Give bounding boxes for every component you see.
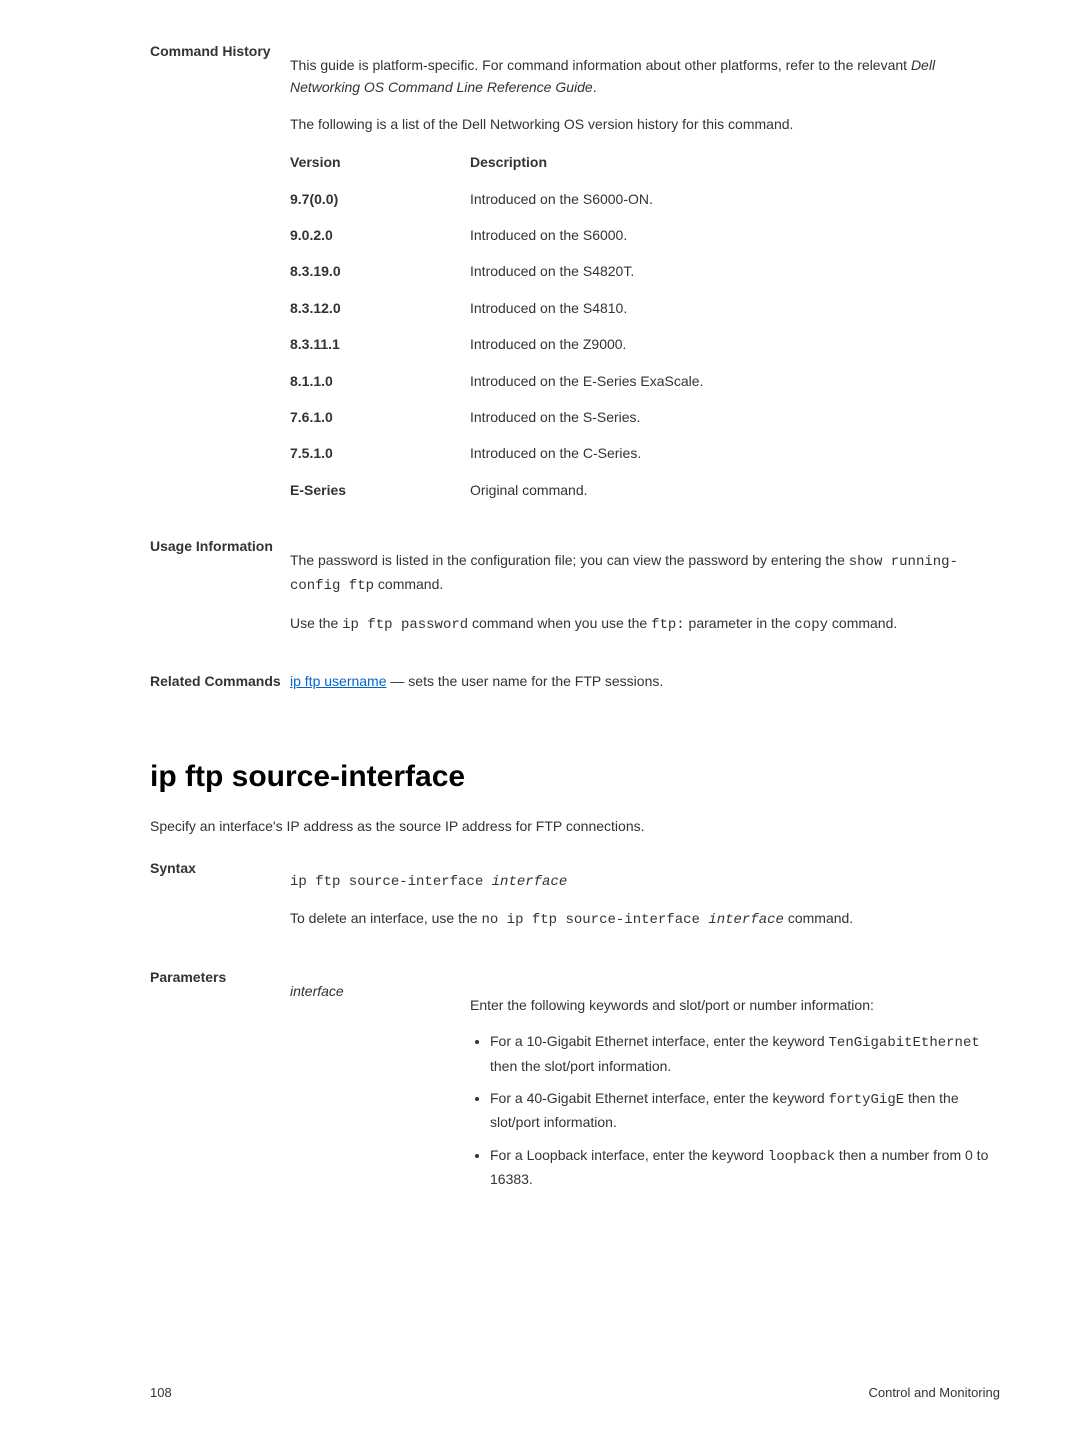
version-cell: 8.3.19.0 [290,260,470,282]
command-history-section: Command History This guide is platform-s… [150,40,1000,515]
syntax-section: Syntax ip ftp source-interface interface… [150,857,1000,946]
param-bullets: For a 10-Gigabit Ethernet interface, ent… [470,1030,1000,1190]
syntax-code1-a: ip ftp source-interface [290,874,492,890]
table-row: 8.1.1.0 Introduced on the E-Series ExaSc… [290,370,1000,392]
footer-title: Control and Monitoring [868,1383,1000,1404]
desc-cell: Introduced on the S-Series. [470,406,1000,428]
syntax-p2-code: no ip ftp source-interface [481,912,708,928]
desc-cell: Introduced on the Z9000. [470,333,1000,355]
syntax-p2-b: command. [784,910,853,926]
related-content: ip ftp username — sets the user name for… [290,670,1000,692]
syntax-p2-a: To delete an interface, use the [290,910,481,926]
related-tail: — sets the user name for the FTP session… [387,673,664,689]
param-row: interface Enter the following keywords a… [290,980,1000,1201]
desc-cell: Original command. [470,479,1000,501]
usage-p1-a: The password is listed in the configurat… [290,552,849,568]
usage-p2: Use the ip ftp password command when you… [290,612,1000,636]
syntax-p2-param: interface [708,912,784,928]
usage-p2-code2: ftp: [651,617,685,633]
syntax-p2: To delete an interface, use the no ip ft… [290,907,1000,931]
bullet-code: fortyGigE [829,1092,905,1108]
command-history-intro1: This guide is platform-specific. For com… [290,54,1000,99]
version-cell: 9.7(0.0) [290,188,470,210]
usage-p2-c: parameter in the [685,615,795,631]
param-desc: Enter the following keywords and slot/po… [470,980,1000,1201]
related-commands-section: Related Commands ip ftp username — sets … [150,670,1000,692]
section-title: ip ftp source-interface [150,753,1000,801]
usage-p1-b: command. [374,576,443,592]
list-item: For a 40-Gigabit Ethernet interface, ent… [490,1087,1000,1134]
version-cell: 7.5.1.0 [290,442,470,464]
related-label: Related Commands [150,670,290,692]
version-cell: 8.1.1.0 [290,370,470,392]
parameters-label: Parameters [150,966,290,1201]
usage-p2-code3: copy [794,617,828,633]
desc-cell: Introduced on the S6000-ON. [470,188,1000,210]
syntax-code1: ip ftp source-interface interface [290,871,1000,893]
parameters-content: interface Enter the following keywords a… [290,966,1000,1201]
table-row: 7.6.1.0 Introduced on the S-Series. [290,406,1000,428]
desc-cell: Introduced on the S4810. [470,297,1000,319]
command-history-intro2: The following is a list of the Dell Netw… [290,113,1000,135]
version-table: Version Description 9.7(0.0) Introduced … [290,151,1000,501]
page-footer: 108 Control and Monitoring [150,1383,1000,1404]
version-cell: 8.3.11.1 [290,333,470,355]
section-subtitle: Specify an interface's IP address as the… [150,815,1000,837]
version-header: Version [290,151,470,173]
desc-cell: Introduced on the S4820T. [470,260,1000,282]
param-intro: Enter the following keywords and slot/po… [470,994,1000,1016]
usage-info-content: The password is listed in the configurat… [290,535,1000,650]
table-row: 8.3.12.0 Introduced on the S4810. [290,297,1000,319]
desc-cell: Introduced on the E-Series ExaScale. [470,370,1000,392]
syntax-code1-param: interface [492,874,568,890]
version-cell: E-Series [290,479,470,501]
table-row: 9.0.2.0 Introduced on the S6000. [290,224,1000,246]
usage-info-section: Usage Information The password is listed… [150,535,1000,650]
table-row: E-Series Original command. [290,479,1000,501]
usage-p2-code1: ip ftp password [342,617,468,633]
usage-p1: The password is listed in the configurat… [290,549,1000,598]
version-cell: 8.3.12.0 [290,297,470,319]
desc-cell: Introduced on the C-Series. [470,442,1000,464]
related-link[interactable]: ip ftp username [290,673,387,689]
syntax-content: ip ftp source-interface interface To del… [290,857,1000,946]
intro1-text: This guide is platform-specific. For com… [290,57,911,73]
parameters-section: Parameters interface Enter the following… [150,966,1000,1201]
bullet-code: loopback [768,1149,835,1165]
page-number: 108 [150,1383,172,1404]
version-cell: 7.6.1.0 [290,406,470,428]
version-table-header: Version Description [290,151,1000,173]
bullet-pre: For a Loopback interface, enter the keyw… [490,1147,768,1163]
usage-p2-b: command when you use the [468,615,651,631]
bullet-post: then the slot/port information. [490,1058,671,1074]
bullet-pre: For a 10-Gigabit Ethernet interface, ent… [490,1033,829,1049]
intro1-end: . [593,79,597,95]
table-row: 8.3.11.1 Introduced on the Z9000. [290,333,1000,355]
bullet-pre: For a 40-Gigabit Ethernet interface, ent… [490,1090,829,1106]
param-name: interface [290,980,470,1201]
version-cell: 9.0.2.0 [290,224,470,246]
list-item: For a 10-Gigabit Ethernet interface, ent… [490,1030,1000,1077]
table-row: 8.3.19.0 Introduced on the S4820T. [290,260,1000,282]
table-row: 7.5.1.0 Introduced on the C-Series. [290,442,1000,464]
command-history-label: Command History [150,40,290,515]
table-row: 9.7(0.0) Introduced on the S6000-ON. [290,188,1000,210]
desc-cell: Introduced on the S6000. [470,224,1000,246]
list-item: For a Loopback interface, enter the keyw… [490,1144,1000,1191]
usage-info-label: Usage Information [150,535,290,650]
syntax-label: Syntax [150,857,290,946]
command-history-content: This guide is platform-specific. For com… [290,40,1000,515]
usage-p2-d: command. [828,615,897,631]
usage-p2-a: Use the [290,615,342,631]
description-header: Description [470,151,1000,173]
bullet-code: TenGigabitEthernet [829,1035,980,1051]
